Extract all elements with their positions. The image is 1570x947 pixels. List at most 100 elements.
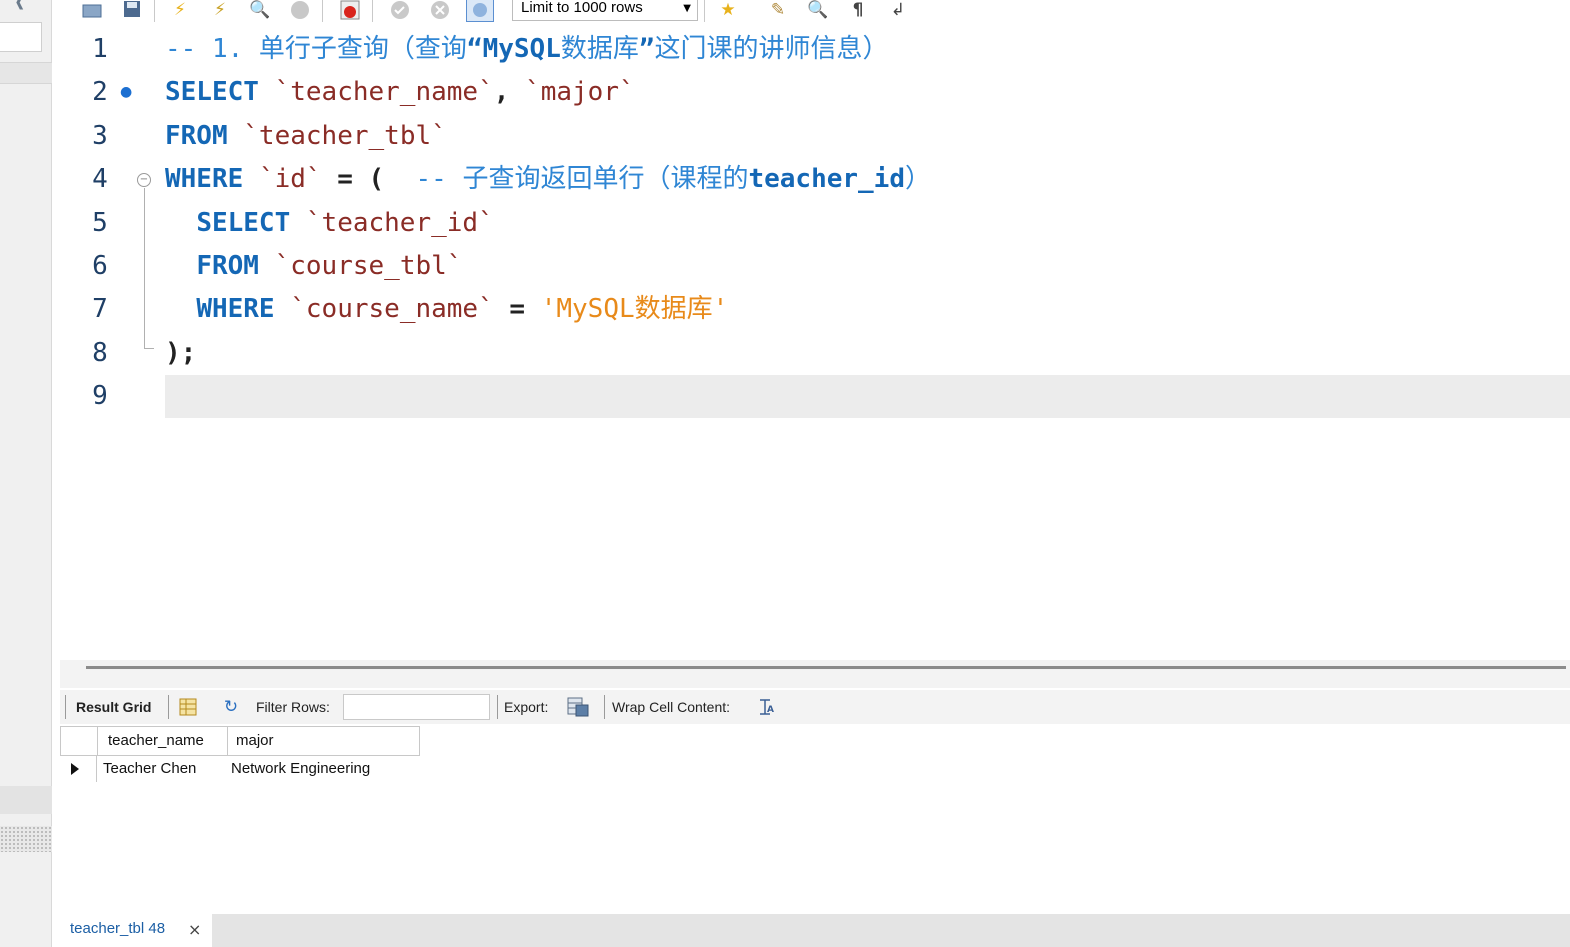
code-token: , bbox=[493, 77, 526, 108]
code-token: SELECT bbox=[165, 77, 259, 108]
line-number: 6 bbox=[92, 251, 108, 281]
code-line[interactable]: -- 1. 单行子查询（查询“MySQL数据库”这门课的讲师信息） bbox=[165, 28, 889, 71]
navigator-section-bar[interactable] bbox=[0, 786, 52, 814]
invisible-chars-icon[interactable]: ¶ bbox=[844, 0, 872, 22]
fold-toggle-icon[interactable]: − bbox=[137, 173, 151, 187]
wrap-cell-icon[interactable]: A bbox=[754, 695, 778, 719]
code-token: = bbox=[493, 294, 541, 325]
export-label: Export: bbox=[504, 699, 549, 715]
editor-result-splitter[interactable] bbox=[60, 660, 1570, 688]
sql-editor[interactable]: 1 2 3 4 5 6 7 8 9 ● − -- 1. 单行子查询（查询“MySQL数据库”这门… bbox=[60, 26, 1570, 660]
code-line[interactable]: SELECT `teacher_id` bbox=[165, 202, 494, 245]
code-token: `id` bbox=[258, 164, 322, 195]
code-token: WHERE bbox=[165, 164, 244, 195]
toolbar-separator bbox=[704, 0, 705, 22]
panel-resize-grip[interactable] bbox=[0, 826, 52, 852]
code-token: 这门课的讲师信息） bbox=[654, 34, 889, 64]
grid-view-icon[interactable] bbox=[176, 695, 200, 719]
code-token: ); bbox=[165, 337, 197, 368]
toggle-error-icon[interactable] bbox=[336, 0, 364, 22]
autocommit-icon[interactable] bbox=[466, 0, 494, 22]
toolbar-separator bbox=[154, 0, 155, 22]
execute-icon[interactable]: ⚡ bbox=[166, 0, 194, 22]
export-icon[interactable] bbox=[566, 695, 590, 719]
code-token: 数据库 bbox=[560, 34, 639, 64]
code-line[interactable]: ); bbox=[165, 332, 196, 375]
code-token: `course_tbl` bbox=[274, 251, 463, 281]
row-selector[interactable] bbox=[60, 756, 97, 782]
filter-rows-input[interactable] bbox=[343, 694, 490, 720]
result-toolbar: Result Grid ↻ Filter Rows: Export: Wrap … bbox=[60, 690, 1570, 724]
toolbar-separator bbox=[168, 695, 169, 719]
code-token: `teacher_id` bbox=[305, 207, 494, 238]
svg-text:A: A bbox=[767, 705, 774, 715]
code-token: 'MySQL数据库' bbox=[540, 294, 729, 325]
code-line[interactable]: SELECT `teacher_name`, `major` bbox=[165, 71, 635, 114]
code-token: `major` bbox=[525, 77, 635, 108]
result-grid-tab[interactable]: Result Grid bbox=[76, 698, 151, 716]
column-header-major[interactable]: major bbox=[228, 726, 420, 756]
execute-current-icon[interactable]: ⚡ bbox=[206, 0, 234, 22]
code-line[interactable]: WHERE `course_name` = 'MySQL数据库' bbox=[165, 288, 728, 331]
code-token: -- 1. 单行子查询（查询 bbox=[165, 34, 467, 64]
refresh-icon[interactable]: ↻ bbox=[219, 695, 243, 719]
chevron-down-icon: ▼ bbox=[683, 3, 691, 14]
code-token: `teacher_name` bbox=[274, 77, 494, 108]
fold-guide bbox=[144, 188, 145, 348]
wrap-icon[interactable]: ↲ bbox=[884, 0, 912, 22]
column-header-teacher-name[interactable]: teacher_name bbox=[98, 726, 228, 756]
code-token: “MySQL bbox=[466, 34, 561, 64]
explain-icon[interactable]: 🔍 bbox=[246, 0, 274, 22]
code-token: SELECT bbox=[196, 207, 291, 238]
close-icon[interactable]: × bbox=[188, 915, 201, 945]
code-token: FROM bbox=[196, 251, 259, 281]
save-icon[interactable] bbox=[118, 0, 146, 22]
line-number: 1 bbox=[92, 34, 108, 64]
code-token: -- 子查询返回单行（课程的 bbox=[415, 164, 749, 195]
result-grid[interactable]: teacher_name major Teacher Chen Network … bbox=[60, 724, 1570, 914]
table-cell-major[interactable]: Network Engineering bbox=[226, 756, 446, 782]
sql-editor-toolbar: ⚡ ⚡ 🔍 Limit to 1000 rows ▼ ★ ✎ 🔍 ¶ ↲ bbox=[60, 0, 1570, 26]
collapse-arrow-icon[interactable]: ❰ bbox=[14, 0, 32, 9]
code-line[interactable]: FROM `course_tbl` bbox=[165, 245, 462, 288]
beautify-icon[interactable]: ✎ bbox=[764, 0, 792, 22]
open-file-icon[interactable] bbox=[78, 0, 106, 22]
filter-rows-label: Filter Rows: bbox=[256, 699, 330, 715]
schema-filter-field[interactable] bbox=[0, 22, 42, 52]
limit-rows-select[interactable]: Limit to 1000 rows ▼ bbox=[512, 0, 698, 21]
find-icon[interactable]: 🔍 bbox=[804, 0, 832, 22]
code-token: = ( bbox=[321, 164, 416, 195]
toolbar-separator bbox=[497, 695, 498, 719]
tab-teacher-tbl[interactable]: teacher_tbl 48 × bbox=[60, 914, 212, 947]
add-snippet-icon[interactable]: ★ bbox=[714, 0, 742, 22]
line-number: 4 bbox=[92, 164, 108, 195]
code-line[interactable]: WHERE `id` = ( -- 子查询返回单行（课程的teacher_id） bbox=[165, 158, 931, 201]
toolbar-separator bbox=[372, 0, 373, 22]
statement-marker-icon: ● bbox=[120, 84, 133, 100]
current-row-arrow-icon bbox=[71, 763, 79, 775]
code-token: ” bbox=[638, 34, 655, 64]
table-cell-teacher-name[interactable]: Teacher Chen bbox=[98, 756, 228, 782]
toolbar-separator bbox=[65, 695, 66, 719]
tab-label: teacher_tbl 48 bbox=[70, 920, 166, 937]
splitter-line bbox=[86, 666, 1566, 669]
line-number: 5 bbox=[92, 207, 108, 238]
code-line[interactable]: FROM `teacher_tbl` bbox=[165, 115, 447, 158]
toolbar-separator bbox=[604, 695, 605, 719]
rollback-icon[interactable] bbox=[426, 0, 454, 22]
grid-corner-cell[interactable] bbox=[60, 726, 98, 756]
line-number: 9 bbox=[92, 381, 108, 412]
wrap-cell-label: Wrap Cell Content: bbox=[612, 699, 731, 715]
toolbar-separator bbox=[322, 0, 323, 22]
line-number: 3 bbox=[92, 120, 108, 151]
stop-icon[interactable] bbox=[286, 0, 314, 22]
commit-icon[interactable] bbox=[386, 0, 414, 22]
code-token: `teacher_tbl` bbox=[243, 120, 447, 151]
